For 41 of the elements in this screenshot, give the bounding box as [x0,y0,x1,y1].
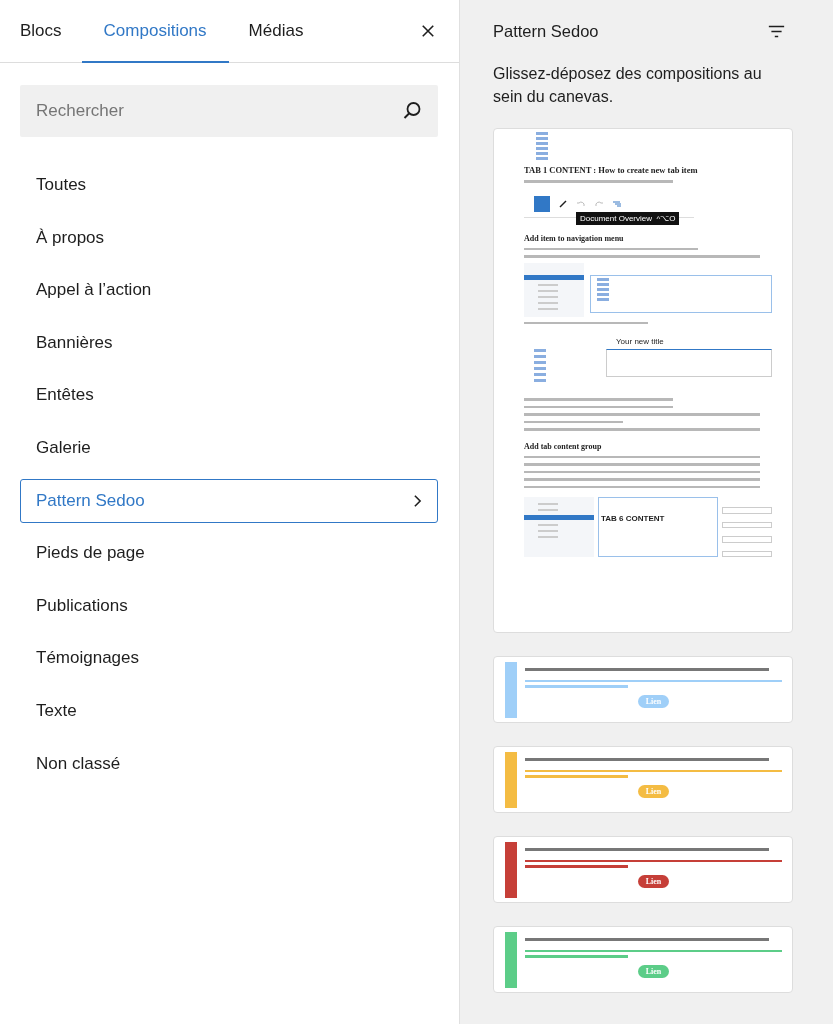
preview-heading: TAB 1 CONTENT : How to create new tab item [524,165,699,175]
pattern-preview[interactable]: Lien [493,836,793,903]
preview-heading: Add item to navigation menu [524,233,625,243]
category-item[interactable]: Non classé [20,741,438,786]
list-view-icon [612,198,622,209]
undo-icon [576,198,586,209]
category-item[interactable]: Galerie [20,425,438,470]
filter-icon[interactable] [768,23,785,39]
tab[interactable]: Médias [248,0,304,63]
tab[interactable]: Compositions [81,0,229,63]
category-item[interactable]: Entêtes [20,373,438,418]
pen-icon [558,198,568,209]
category-item[interactable]: À propos [20,215,438,260]
search-icon [402,101,422,121]
redo-icon [594,198,604,209]
category-item[interactable]: Texte [20,688,438,733]
category-item[interactable]: Témoignages [20,636,438,681]
pattern-preview[interactable]: TAB 1 CONTENT : How to create new tab item Document Overview ^⌥O Add item to navigation menu Your new title Add tab content group TAB 6 CONTENT [493,128,793,633]
preview-heading: Add tab content group [524,441,603,451]
screenshot-drawing [524,497,594,557]
plus-icon [534,195,550,212]
category-item[interactable]: Appel à l’action [20,268,438,313]
category-item[interactable]: Bannières [20,320,438,365]
close-icon[interactable] [421,24,435,38]
chevron-right-icon [413,493,422,508]
category-item[interactable]: Publications [20,583,438,628]
link-button: Lien [637,874,670,888]
preview-heading: TAB 6 CONTENT [601,514,665,523]
category-item[interactable]: Pieds de page [20,531,438,576]
link-button: Lien [637,694,670,708]
link-button: Lien [637,784,670,798]
link-button: Lien [637,964,670,978]
search-field[interactable]: Rechercher [20,85,438,137]
preview-text: Your new title [615,337,665,346]
category-item[interactable]: Toutes [20,163,438,207]
panel-title: Pattern Sedoo [493,21,599,41]
screenshot-drawing [534,349,546,382]
panel-description: Glissez-déposez des compositions au sein du canevas. [493,64,763,107]
tooltip: Document Overview ^⌥O [576,211,680,225]
tab[interactable]: Blocs [20,0,62,63]
category-item[interactable]: Pattern Sedoo [20,478,438,523]
